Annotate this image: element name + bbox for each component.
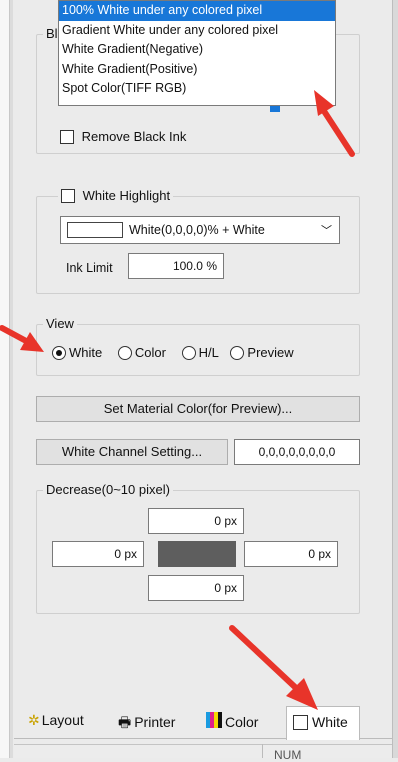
tab-layout-label: Layout — [41, 712, 84, 728]
decrease-group-title: Decrease(0~10 pixel) — [43, 482, 173, 497]
radio-hl-label: H/L — [198, 345, 219, 361]
tab-white-label: White — [312, 714, 348, 731]
dropdown-option[interactable]: Spot Color(TIFF RGB) — [59, 79, 335, 99]
dropdown-option[interactable]: White Gradient(Positive) — [59, 60, 335, 80]
radio-color-label: Color — [134, 345, 166, 361]
radio-button-white[interactable] — [52, 345, 66, 360]
radio-white-label: White — [69, 345, 103, 361]
status-bar — [14, 744, 392, 758]
white-mode-dropdown-list[interactable]: 100% White under any colored pixel Gradi… — [58, 0, 336, 106]
decrease-bottom-input[interactable]: 0 px — [148, 575, 244, 601]
layout-icon: ✲ — [28, 712, 40, 728]
num-lock-indicator: NUM — [274, 748, 302, 762]
radio-button-hl[interactable] — [181, 345, 196, 360]
decrease-left-input[interactable]: 0 px — [52, 541, 144, 567]
radio-preview[interactable]: Preview — [230, 344, 294, 361]
ink-limit-label: Ink Limit — [66, 261, 113, 275]
white-channel-setting-button[interactable]: White Channel Setting... — [36, 439, 228, 465]
radio-hl[interactable]: H/L — [181, 344, 219, 361]
radio-button-color[interactable] — [117, 345, 132, 360]
white-square-icon — [293, 714, 308, 730]
left-panel-edge — [0, 0, 10, 758]
remove-black-ink-label: Remove Black Ink — [81, 129, 187, 145]
annotation-arrow-left-icon — [0, 325, 44, 352]
annotation-arrow-bottom-icon — [229, 625, 318, 710]
color-swatch — [67, 222, 123, 238]
radio-white[interactable]: White — [52, 344, 103, 361]
decrease-preview-box — [158, 541, 236, 567]
white-highlight-checkbox[interactable] — [61, 188, 75, 203]
white-highlight-label: White Highlight — [82, 188, 171, 204]
remove-black-ink-row[interactable]: Remove Black Ink — [60, 128, 186, 144]
tab-layout[interactable]: ✲ Layout — [28, 712, 84, 729]
decrease-top-input[interactable]: 0 px — [148, 508, 244, 534]
view-radio-row: White Color H/L Preview — [52, 344, 294, 360]
chevron-down-icon: ﹀ — [321, 225, 332, 237]
printer-icon: 🖶 — [118, 714, 132, 730]
radio-button-preview[interactable] — [230, 345, 245, 360]
tab-printer-label: Printer — [134, 714, 176, 730]
white-highlight-group — [36, 196, 360, 294]
right-panel-edge — [392, 0, 398, 758]
ink-limit-input[interactable]: 100.0 % — [128, 253, 224, 279]
status-divider — [262, 744, 263, 758]
set-material-color-button[interactable]: Set Material Color(for Preview)... — [36, 396, 360, 422]
remove-black-ink-checkbox[interactable] — [60, 129, 74, 144]
white-highlight-select-value: White(0,0,0,0)% + White — [129, 223, 265, 237]
dropdown-option[interactable]: White Gradient(Negative) — [59, 40, 335, 60]
color-bars-icon — [206, 712, 222, 731]
left-splitter[interactable] — [10, 0, 13, 758]
dropdown-option[interactable]: Gradient White under any colored pixel — [59, 21, 335, 41]
white-highlight-header[interactable]: White Highlight — [58, 187, 174, 204]
dropdown-option[interactable]: 100% White under any colored pixel — [59, 1, 335, 21]
radio-preview-label: Preview — [247, 345, 294, 361]
white-channel-value-field[interactable]: 0,0,0,0,0,0,0,0 — [234, 439, 360, 465]
radio-color[interactable]: Color — [117, 344, 166, 361]
annotation-arrow-top-icon — [314, 90, 355, 157]
tab-printer[interactable]: 🖶 Printer — [118, 712, 175, 736]
decrease-right-input[interactable]: 0 px — [244, 541, 338, 567]
white-highlight-select[interactable]: White(0,0,0,0)% + White ﹀ — [60, 216, 340, 244]
